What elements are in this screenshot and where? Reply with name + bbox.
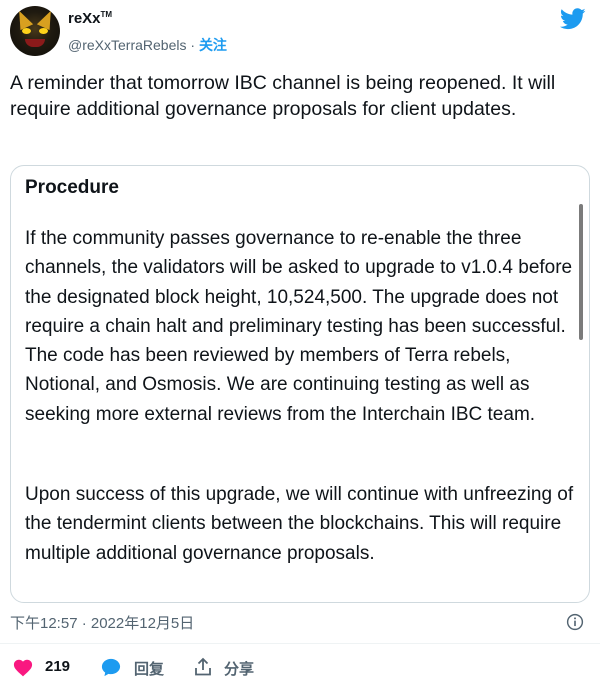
trademark-label: TM bbox=[100, 10, 113, 19]
twitter-bird-icon[interactable] bbox=[560, 8, 586, 30]
like-count: 219 bbox=[45, 658, 71, 675]
tweet-text: A reminder that tomorrow IBC channel is … bbox=[10, 72, 556, 120]
user-handle[interactable]: @reXxTerraRebels bbox=[68, 37, 186, 53]
heart-icon bbox=[13, 659, 33, 677]
info-icon[interactable] bbox=[566, 613, 584, 631]
share-button[interactable]: 分享 bbox=[190, 655, 270, 679]
tweet-timestamp[interactable]: 下午12:57 · 2022年12月5日 bbox=[10, 612, 194, 633]
share-icon bbox=[195, 657, 211, 676]
tweet-header: reXxTM @reXxTerraRebels · 关注 bbox=[0, 0, 600, 62]
attached-image-card[interactable]: Procedure If the community passes govern… bbox=[10, 165, 590, 603]
reply-bubble-icon bbox=[101, 658, 121, 677]
handle-separator: · bbox=[186, 37, 199, 53]
card-paragraph-2: Upon success of this upgrade, we will co… bbox=[25, 484, 574, 564]
follow-button[interactable]: 关注 bbox=[199, 37, 227, 53]
card-paragraph-1: If the community passes governance to re… bbox=[25, 228, 573, 425]
divider bbox=[0, 643, 600, 644]
avatar[interactable] bbox=[10, 6, 60, 56]
card-scrollbar[interactable] bbox=[579, 204, 583, 340]
reply-button[interactable]: 回复 bbox=[99, 655, 179, 679]
like-button[interactable]: 219 bbox=[10, 655, 80, 679]
card-title: Procedure bbox=[25, 177, 119, 198]
share-label: 分享 bbox=[224, 661, 255, 678]
reply-label: 回复 bbox=[134, 661, 165, 678]
handle-row: @reXxTerraRebels · 关注 bbox=[68, 35, 227, 55]
display-name[interactable]: reXxTM bbox=[68, 10, 112, 27]
